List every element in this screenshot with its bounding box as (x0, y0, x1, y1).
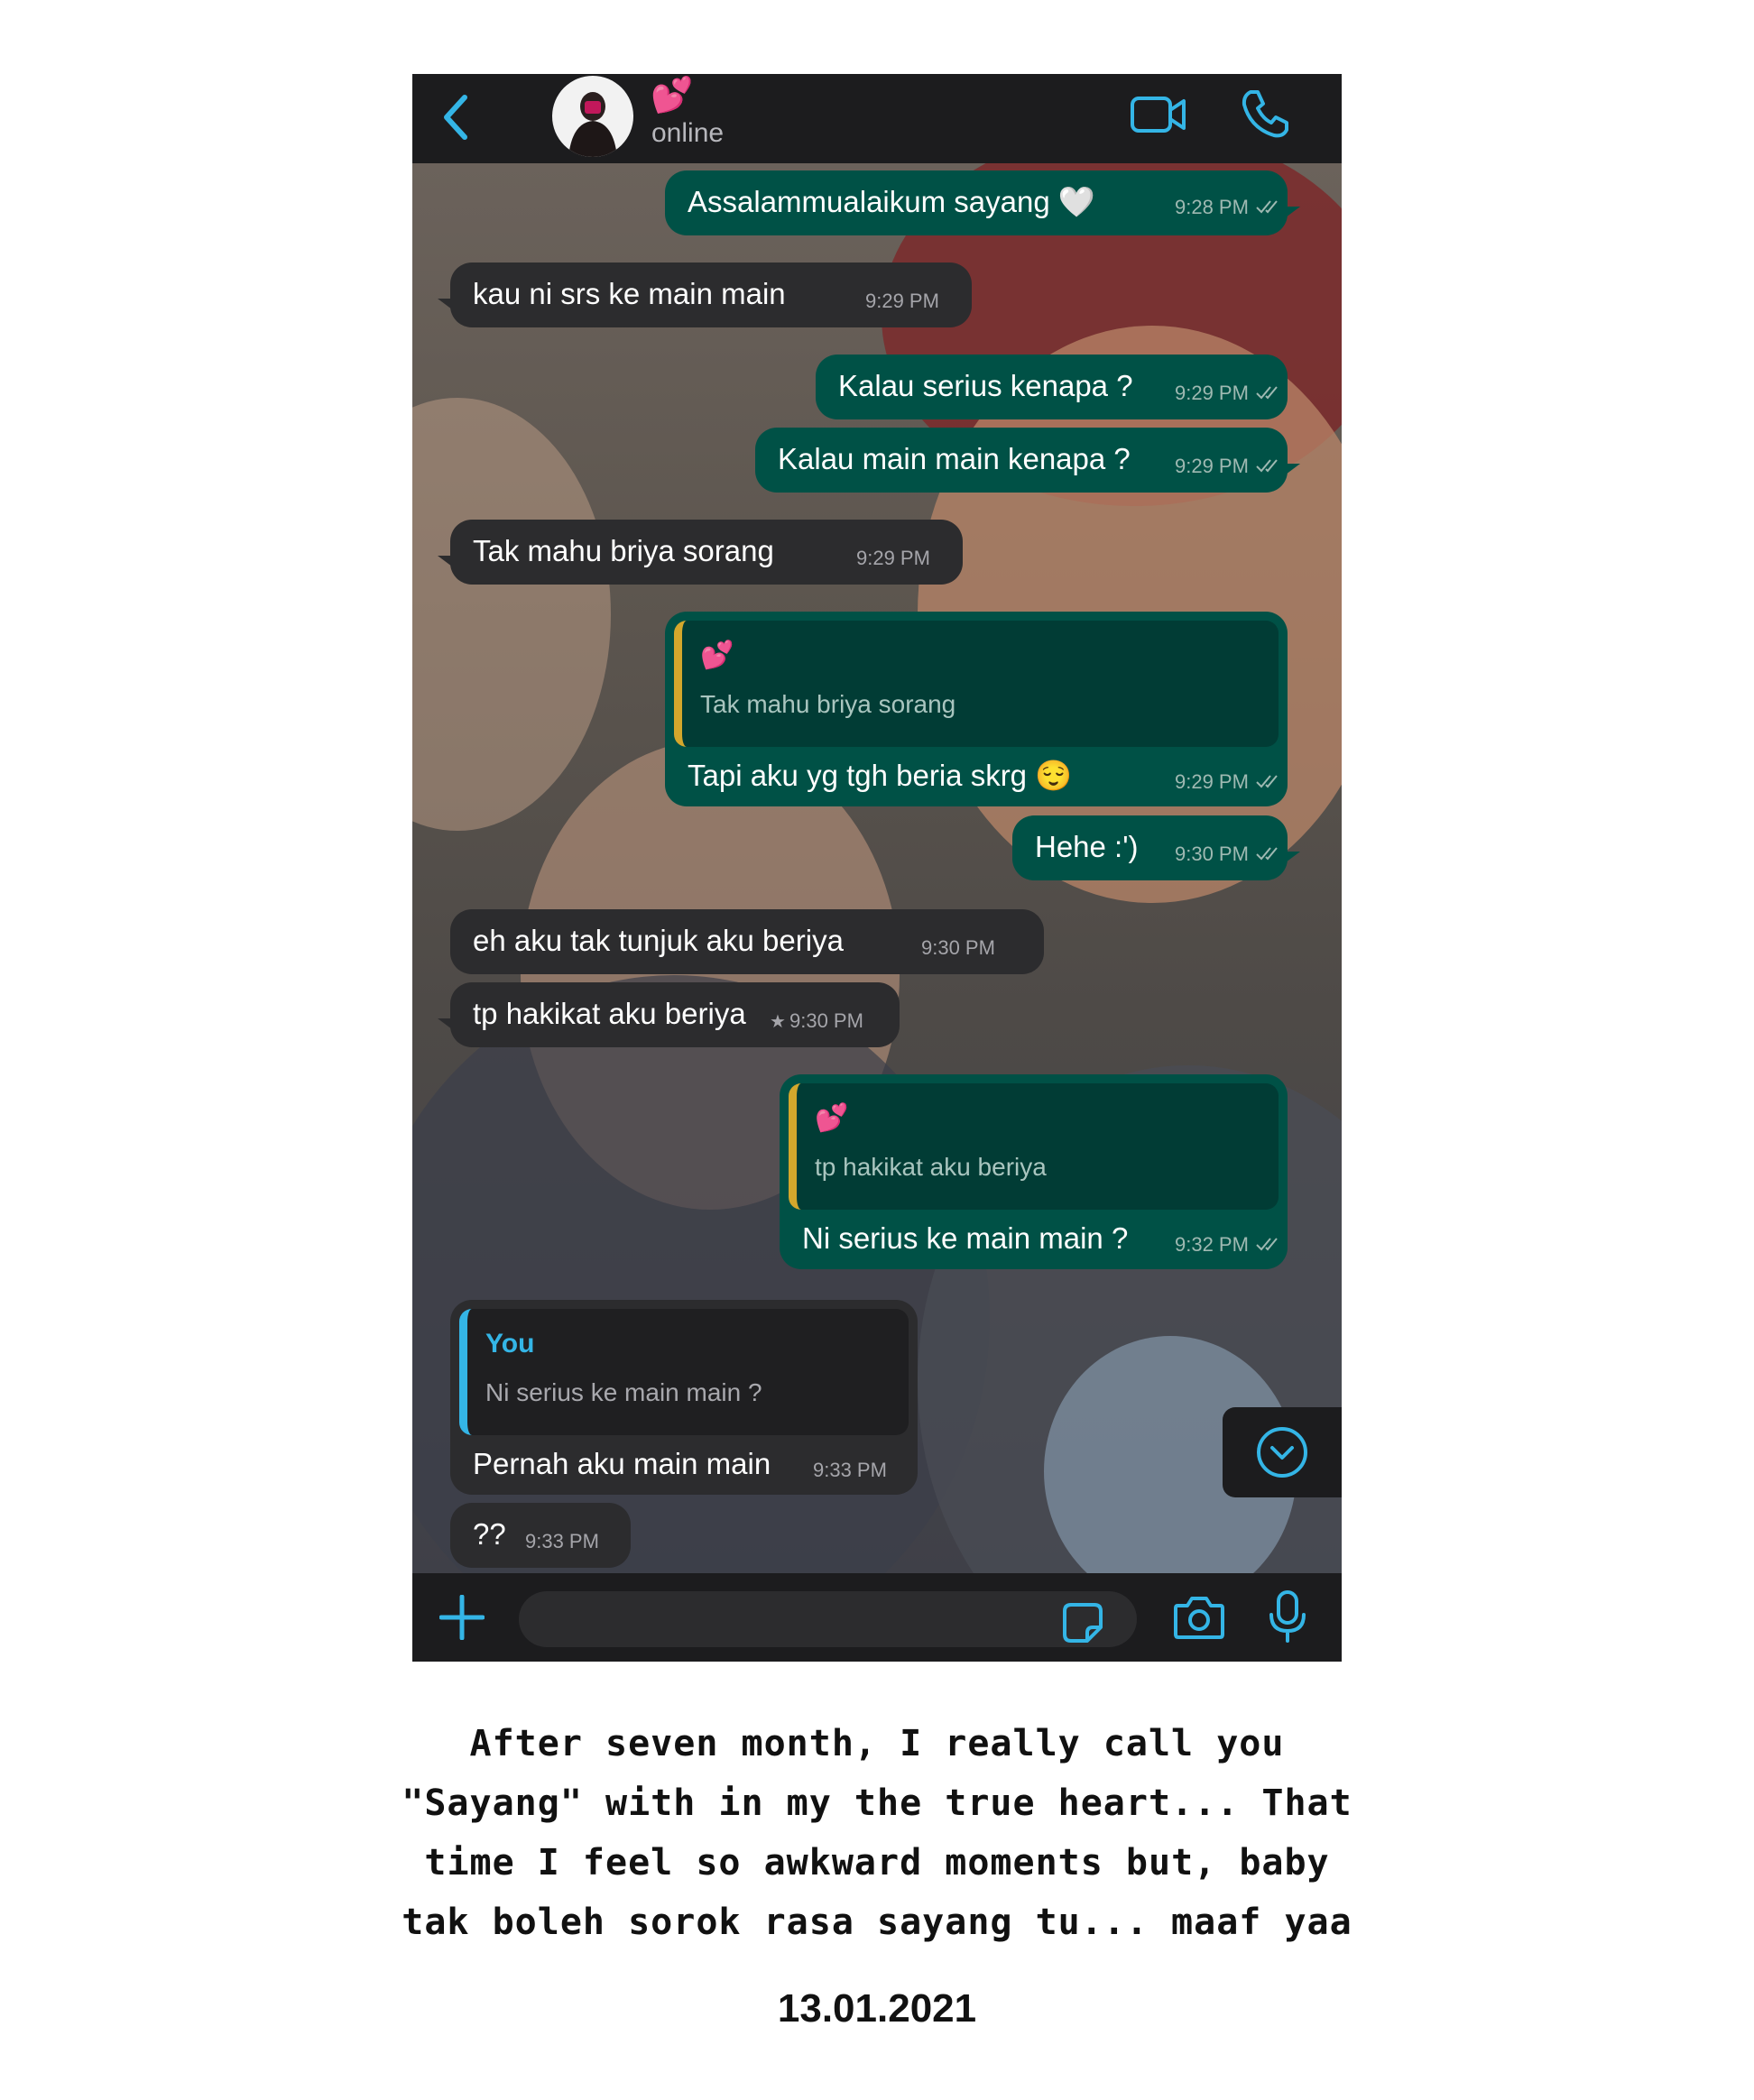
camera-icon[interactable] (1173, 1595, 1225, 1640)
message-time: 9:33 PM (813, 1459, 887, 1481)
video-camera-icon[interactable] (1130, 92, 1187, 137)
message-text: ?? (473, 1517, 506, 1551)
double-check-icon (1256, 459, 1278, 473)
message-text: Hehe :') (1035, 830, 1139, 863)
message-bubble-incoming[interactable]: kau ni srs ke main main 9:29 PM (438, 262, 972, 327)
message-bubble-outgoing[interactable]: 💕 tp hakikat aku beriya Ni serius ke mai… (780, 1074, 1288, 1269)
quoted-message[interactable]: You Ni serius ke main main ? (459, 1309, 909, 1435)
message-time: 9:32 PM (1175, 1233, 1249, 1256)
caption-line: After seven month, I really call you (469, 1723, 1285, 1764)
message-bubble-incoming[interactable]: eh aku tak tunjuk aku beriya 9:30 PM (450, 909, 1044, 974)
message-time: 9:29 PM (1175, 455, 1249, 477)
message-text: Kalau main main kenapa ? (778, 442, 1131, 475)
sticker-icon[interactable] (1062, 1602, 1103, 1644)
caption-line: tak boleh sorok rasa sayang tu... maaf y… (402, 1902, 1352, 1943)
message-bubble-outgoing[interactable]: Kalau main main kenapa ? 9:29 PM (755, 428, 1300, 493)
contact-name[interactable]: 💕 (651, 76, 693, 115)
quote-author: 💕 (700, 640, 734, 670)
message-time: 9:33 PM (525, 1530, 599, 1552)
message-time: 9:29 PM (1175, 382, 1249, 404)
plus-icon[interactable] (439, 1595, 485, 1640)
phone-icon[interactable] (1240, 88, 1290, 139)
double-check-icon (1256, 775, 1278, 788)
message-time: 9:29 PM (856, 547, 930, 569)
message-time: 9:30 PM (1175, 843, 1249, 865)
microphone-icon[interactable] (1268, 1589, 1307, 1644)
chevron-left-icon[interactable] (438, 90, 474, 144)
avatar[interactable] (552, 76, 633, 157)
message-input-bar (412, 1573, 1342, 1662)
message-text: tp hakikat aku beriya (473, 997, 746, 1030)
message-text: kau ni srs ke main main (473, 277, 786, 310)
message-bubble-incoming[interactable]: tp hakikat aku beriya ★ 9:30 PM (438, 982, 900, 1047)
quote-text: Ni serius ke main main ? (485, 1378, 762, 1406)
message-bubble-outgoing[interactable]: Kalau serius kenapa ? 9:29 PM (816, 355, 1288, 419)
message-text: Ni serius ke main main ? (802, 1221, 1129, 1255)
message-time: 9:30 PM (921, 936, 995, 959)
star-icon: ★ (770, 1012, 786, 1032)
double-check-icon (1256, 200, 1278, 214)
message-text: Pernah aku main main (473, 1447, 771, 1480)
caption-text: After seven month, I really call you "Sa… (271, 1714, 1483, 1952)
quoted-message[interactable]: 💕 Tak mahu briya sorang (674, 621, 1279, 747)
caption-date: 13.01.2021 (777, 1986, 977, 2031)
caption-line: time I feel so awkward moments but, baby (424, 1842, 1330, 1884)
chat-screenshot: 💕 online Assalammualaikum sayang 🤍 9:28 … (412, 74, 1342, 1662)
message-input[interactable] (519, 1591, 1137, 1647)
contact-status: online (651, 118, 725, 148)
chat-header: 💕 online (412, 74, 1342, 163)
double-check-icon (1256, 847, 1278, 861)
double-check-icon (1256, 386, 1278, 400)
message-text: Tak mahu briya sorang (473, 534, 774, 567)
message-time: 9:29 PM (1175, 770, 1249, 793)
caption-line: "Sayang" with in my the true heart... Th… (402, 1782, 1352, 1824)
message-time: 9:29 PM (865, 290, 939, 312)
double-check-icon (1256, 1238, 1278, 1251)
quote-author: You (485, 1329, 535, 1359)
quoted-message[interactable]: 💕 tp hakikat aku beriya (789, 1083, 1279, 1210)
quote-text: Tak mahu briya sorang (700, 690, 956, 718)
message-bubble-outgoing[interactable]: 💕 Tak mahu briya sorang Tapi aku yg tgh … (665, 612, 1288, 806)
scroll-to-bottom-button[interactable] (1223, 1407, 1342, 1497)
chevron-down-circle-icon (1257, 1427, 1307, 1478)
message-text: Assalammualaikum sayang 🤍 (688, 185, 1095, 218)
message-text: Tapi aku yg tgh beria skrg 😌 (688, 759, 1073, 792)
message-text: Kalau serius kenapa ? (838, 369, 1133, 402)
message-bubble-outgoing[interactable]: Assalammualaikum sayang 🤍 9:28 PM (665, 170, 1300, 235)
message-bubble-incoming[interactable]: ?? 9:33 PM (450, 1503, 631, 1568)
quote-text: tp hakikat aku beriya (815, 1153, 1047, 1181)
message-bubble-incoming[interactable]: Tak mahu briya sorang 9:29 PM (438, 520, 963, 585)
quote-author: 💕 (815, 1103, 849, 1133)
message-bubble-incoming[interactable]: You Ni serius ke main main ? Pernah aku … (450, 1300, 918, 1495)
message-text: eh aku tak tunjuk aku beriya (473, 924, 844, 957)
message-bubble-outgoing[interactable]: Hehe :') 9:30 PM (1012, 815, 1300, 880)
message-time: 9:30 PM (789, 1009, 863, 1032)
message-time: 9:28 PM (1175, 196, 1249, 218)
